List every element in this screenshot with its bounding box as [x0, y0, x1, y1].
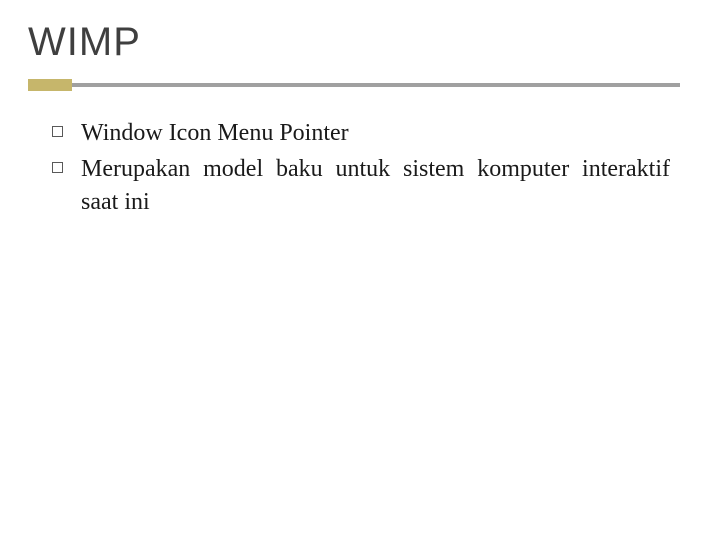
- bullet-text: Window Icon Menu Pointer: [81, 117, 670, 149]
- bullet-icon: [52, 162, 63, 173]
- list-item: Merupakan model baku untuk sistem komput…: [52, 153, 670, 218]
- list-item: Window Icon Menu Pointer: [52, 117, 670, 149]
- title-underline: [28, 83, 680, 87]
- accent-bar: [28, 79, 72, 91]
- slide-title: WIMP: [28, 20, 680, 65]
- bullet-icon: [52, 126, 63, 137]
- bullet-text: Merupakan model baku untuk sistem komput…: [81, 153, 670, 218]
- gray-bar: [72, 83, 680, 87]
- content-area: Window Icon Menu Pointer Merupakan model…: [28, 117, 680, 218]
